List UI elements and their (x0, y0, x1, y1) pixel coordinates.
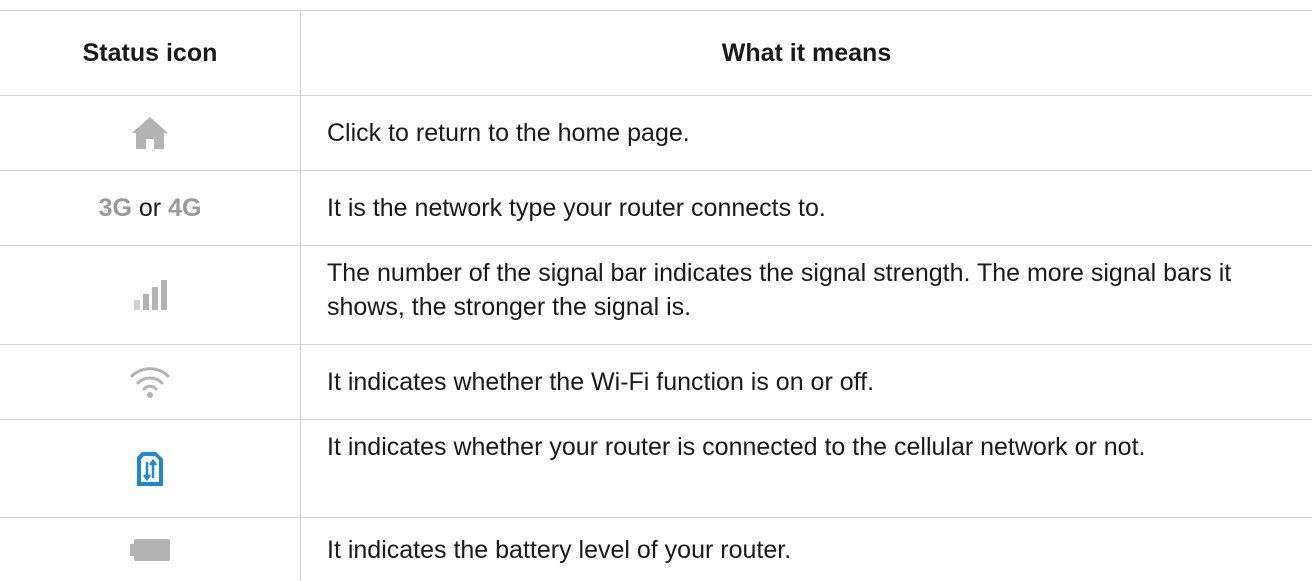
wifi-icon (130, 367, 170, 398)
cellular-data-icon (137, 451, 163, 486)
row-description: It is the network type your router conne… (327, 194, 826, 222)
row-description: It indicates whether the Wi-Fi function … (327, 368, 875, 396)
header-what-it-means: What it means (721, 39, 892, 67)
table-header-row: Status icon What it means (0, 10, 1312, 96)
table-row: 3G or 4G It is the network type your rou… (0, 171, 1312, 246)
row-description: The number of the signal bar indicates t… (327, 259, 1232, 321)
row-description: Click to return to the home page. (327, 119, 690, 147)
table-row: It indicates the battery level of your r… (0, 518, 1312, 581)
table-row: It indicates whether the Wi-Fi function … (0, 345, 1312, 420)
table-row: Click to return to the home page. (0, 96, 1312, 171)
battery-icon (130, 538, 170, 561)
table-row: The number of the signal bar indicates t… (0, 246, 1312, 345)
row-description: It indicates the battery level of your r… (327, 535, 792, 564)
home-icon (132, 117, 168, 149)
status-icon-table: Status icon What it means Click to retur… (0, 10, 1312, 581)
signal-bars-icon (134, 280, 167, 310)
header-status-icon: Status icon (0, 11, 301, 95)
row-description: It indicates whether your router is conn… (327, 433, 1146, 461)
table-row: It indicates whether your router is conn… (0, 420, 1312, 518)
network-type-label: 3G or 4G (98, 193, 202, 222)
